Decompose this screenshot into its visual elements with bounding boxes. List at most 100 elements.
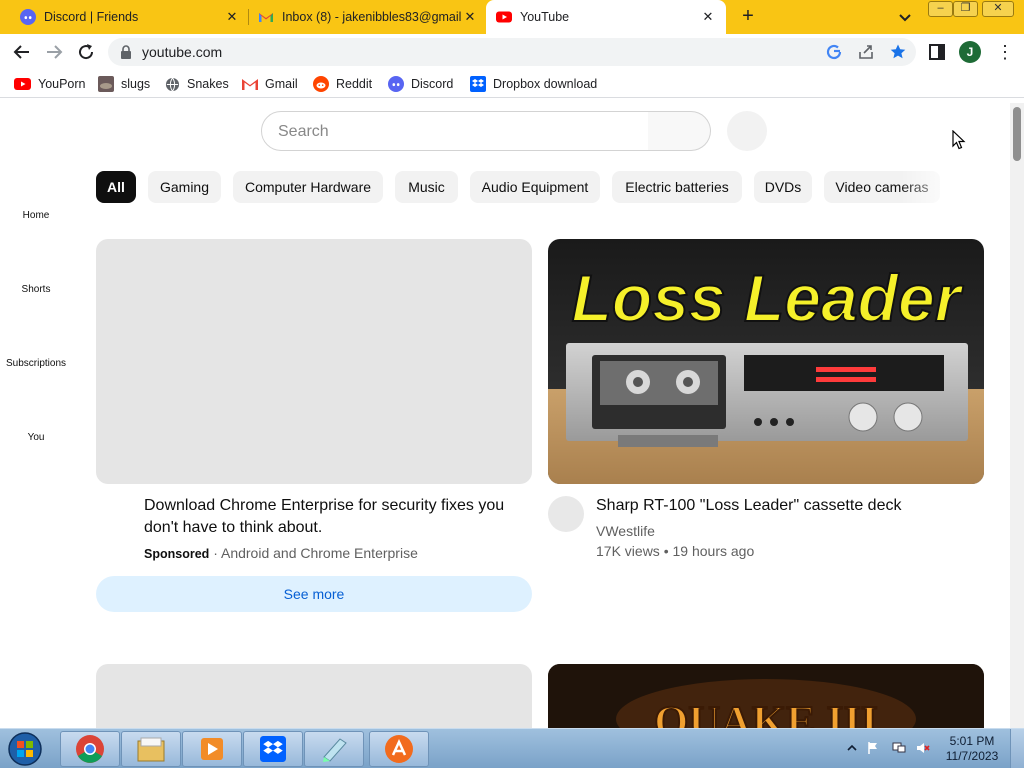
thumbnail-image: QUAKE III [548,664,984,728]
bookmark-label: Discord [411,77,454,91]
bookmark-label: Gmail [265,77,298,91]
start-button-icon[interactable] [6,731,44,767]
bookmark-youporn[interactable]: YouPorn [14,75,86,93]
see-more-button[interactable]: See more [96,576,532,612]
bookmark-label: slugs [121,77,151,91]
tab-discord[interactable]: Discord | Friends ✕ [12,0,248,34]
bookmark-reddit[interactable]: Reddit [313,75,372,93]
windows-taskbar: 5:01 PM 11/7/2023 [0,728,1024,768]
chip-all[interactable]: All [96,171,136,203]
scrollbar-thumb[interactable] [1013,107,1021,161]
taskbar-media-player[interactable] [182,731,242,767]
url-text[interactable]: youtube.com [142,44,222,60]
mouse-cursor-icon [952,130,966,150]
chip-bar-fade [900,169,960,205]
bookmark-star-icon[interactable] [889,43,907,61]
tab-close-icon[interactable]: ✕ [700,9,716,25]
search-input[interactable] [278,121,638,143]
tab-separator [248,9,249,25]
google-lens-icon[interactable] [825,43,843,61]
tray-expand-icon[interactable] [845,741,859,755]
sidebar-item-home[interactable]: Home [0,210,72,221]
tab-close-icon[interactable]: ✕ [462,9,478,25]
sidebar-item-subscriptions[interactable]: Subscriptions [0,358,72,369]
profile-avatar[interactable]: J [959,41,981,63]
tab-title: Inbox (8) - jakenibbles83@gmail [282,10,462,24]
chrome-icon [76,735,104,763]
bookmark-label: Snakes [187,77,229,91]
more-menu-icon[interactable]: ⋮ [996,42,1014,62]
slug-image-icon [98,76,114,92]
side-panel-icon[interactable] [929,44,945,60]
tab-youtube[interactable]: YouTube ✕ [486,0,726,34]
channel-avatar[interactable] [548,496,584,532]
share-icon[interactable] [857,43,875,61]
taskbar-dropbox[interactable] [243,731,303,767]
channel-name[interactable]: VWestlife [596,523,655,539]
search-button[interactable] [648,111,711,151]
bookmarks-bar: YouPorn slugs Snakes Gmail Reddit Discor… [0,70,1024,98]
view-count: 17K views [596,543,660,559]
address-bar[interactable]: youtube.com [108,38,916,66]
chip-music[interactable]: Music [395,171,458,203]
bookmark-snakes[interactable]: Snakes [165,75,229,93]
sidebar-item-you[interactable]: You [0,432,72,443]
scrollbar-track[interactable] [1010,103,1024,728]
bookmark-discord[interactable]: Discord [388,75,453,93]
restore-button[interactable]: ❐ [953,1,978,17]
action-center-flag-icon[interactable] [866,741,880,755]
taskbar-file-explorer[interactable] [121,731,181,767]
chevron-down-icon[interactable] [896,8,914,26]
discord-icon [388,76,404,92]
thumbnail-text: Loss Leader [572,261,964,335]
youtube-icon [496,11,512,23]
tab-close-icon[interactable]: ✕ [224,9,240,25]
video-thumbnail-placeholder[interactable] [96,664,532,728]
bookmark-dropbox[interactable]: Dropbox download [470,75,597,93]
chip-electric-batteries[interactable]: Electric batteries [612,171,742,203]
system-clock[interactable]: 5:01 PM 11/7/2023 [944,734,1000,764]
video-title[interactable]: Sharp RT-100 "Loss Leader" cassette deck [596,495,986,517]
reddit-icon [313,76,329,92]
reload-icon[interactable] [74,40,98,64]
new-tab-button[interactable]: + [738,6,758,26]
clock-time: 5:01 PM [949,734,995,748]
chip-gaming[interactable]: Gaming [148,171,221,203]
meta-separator: • [663,543,669,559]
upload-age: 19 hours ago [672,543,755,559]
ad-meta: Sponsored · Android and Chrome Enterpris… [144,545,418,561]
taskbar-chrome[interactable] [60,731,120,767]
back-arrow-icon[interactable] [10,40,34,64]
ad-thumbnail[interactable] [96,239,532,484]
voice-search-button[interactable] [727,111,767,151]
search-box[interactable] [261,111,649,151]
minimize-button[interactable]: – [928,1,953,17]
dropbox-icon [470,76,486,92]
video-thumbnail-2[interactable]: QUAKE III [548,664,984,728]
video-thumbnail[interactable]: Loss Leader [548,239,984,484]
tab-title: YouTube [520,10,570,24]
tab-gmail[interactable]: Inbox (8) - jakenibbles83@gmail ✕ [250,0,486,34]
ad-title[interactable]: Download Chrome Enterprise for security … [144,495,524,539]
close-window-button[interactable]: ✕ [982,1,1014,17]
network-icon[interactable] [892,741,906,755]
show-desktop-button[interactable] [1010,729,1024,768]
taskbar-avast[interactable] [369,731,429,767]
sponsored-label: Sponsored [144,547,210,561]
bookmark-gmail[interactable]: Gmail [242,75,298,93]
chip-dvds[interactable]: DVDs [754,171,812,203]
thumbnail-text: QUAKE III [654,697,878,728]
chip-computer-hardware[interactable]: Computer Hardware [233,171,383,203]
forward-arrow-icon[interactable] [42,40,66,64]
lock-icon[interactable] [120,45,132,59]
chip-audio-equipment[interactable]: Audio Equipment [470,171,600,203]
volume-muted-icon[interactable] [916,741,930,755]
bookmark-slugs[interactable]: slugs [98,75,150,93]
taskbar-notepad[interactable] [304,731,364,767]
file-explorer-icon [137,737,165,762]
sidebar-item-shorts[interactable]: Shorts [0,284,72,295]
advertiser-name: Android and Chrome Enterprise [220,545,418,561]
discord-icon [20,9,36,25]
media-player-icon [201,738,223,760]
bookmark-label: Dropbox download [493,77,598,91]
